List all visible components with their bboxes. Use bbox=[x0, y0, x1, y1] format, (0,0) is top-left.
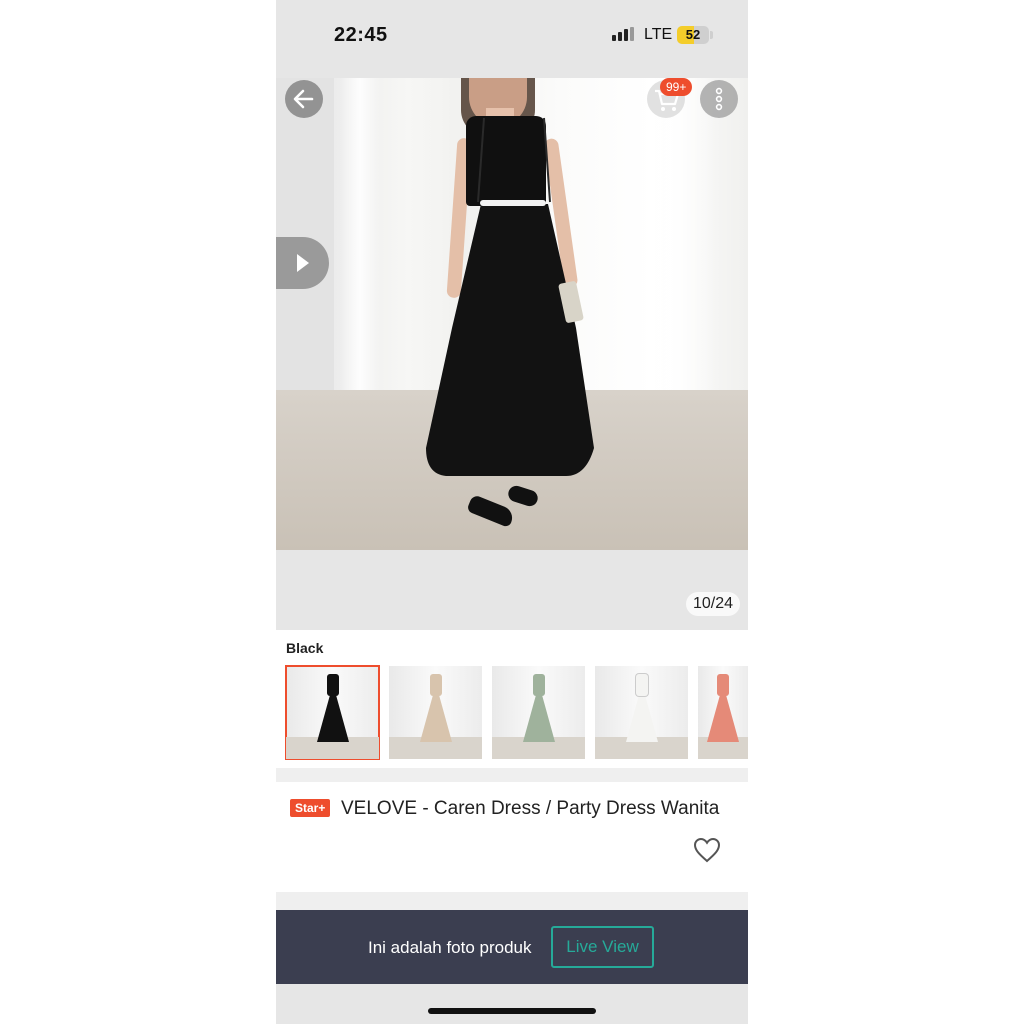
video-play-button[interactable] bbox=[276, 237, 329, 289]
thumbnail-bodice bbox=[717, 674, 729, 696]
thumbnail-bodice bbox=[635, 674, 648, 696]
dress-skirt bbox=[426, 117, 594, 476]
battery-icon: 52 bbox=[677, 26, 709, 44]
product-photo-banner: Ini adalah foto produk Live View bbox=[276, 910, 748, 984]
dress-belt bbox=[480, 200, 546, 206]
thumbnail-bodice bbox=[532, 674, 545, 696]
cart-count-badge: 99+ bbox=[660, 78, 693, 96]
variant-thumbnail[interactable] bbox=[285, 665, 380, 760]
selected-variant-label: Black bbox=[286, 640, 324, 656]
product-title: VELOVE - Caren Dress / Party Dress Wanit… bbox=[341, 798, 720, 819]
more-options-button[interactable] bbox=[700, 80, 738, 118]
star-plus-badge: Star+ bbox=[290, 799, 331, 817]
home-indicator[interactable] bbox=[428, 1008, 596, 1014]
battery-value: 52 bbox=[685, 27, 701, 42]
product-title-section: Star+ VELOVE - Caren Dress / Party Dress… bbox=[276, 782, 748, 892]
thumbnail-bodice bbox=[429, 674, 442, 696]
variant-thumbnail[interactable] bbox=[698, 666, 748, 759]
section-divider bbox=[276, 892, 748, 910]
status-bar: 22:45 LTE 52 bbox=[276, 0, 748, 78]
signal-icon bbox=[612, 27, 636, 43]
network-label: LTE bbox=[644, 26, 673, 43]
battery-tip bbox=[710, 31, 713, 39]
section-divider bbox=[276, 768, 748, 782]
product-photo[interactable] bbox=[276, 78, 748, 550]
live-view-button[interactable]: Live View bbox=[551, 926, 654, 968]
play-icon bbox=[297, 254, 309, 272]
phone-screen: 22:45 LTE 52 99+ 10/24 Black Star+ VELOV… bbox=[276, 0, 748, 1024]
status-time: 22:45 bbox=[334, 24, 388, 46]
more-vertical-icon bbox=[715, 87, 723, 111]
banner-text: Ini adalah foto produk bbox=[368, 938, 532, 957]
variant-thumbnail[interactable] bbox=[389, 666, 482, 759]
variant-thumbnail[interactable] bbox=[595, 666, 688, 759]
heart-icon[interactable] bbox=[692, 836, 722, 864]
back-button[interactable] bbox=[285, 80, 323, 118]
variant-section: Black bbox=[276, 630, 748, 768]
variant-thumbnail[interactable] bbox=[492, 666, 585, 759]
back-arrow-icon bbox=[293, 89, 314, 109]
thumbnail-bodice bbox=[326, 674, 339, 696]
image-counter: 10/24 bbox=[686, 592, 741, 616]
